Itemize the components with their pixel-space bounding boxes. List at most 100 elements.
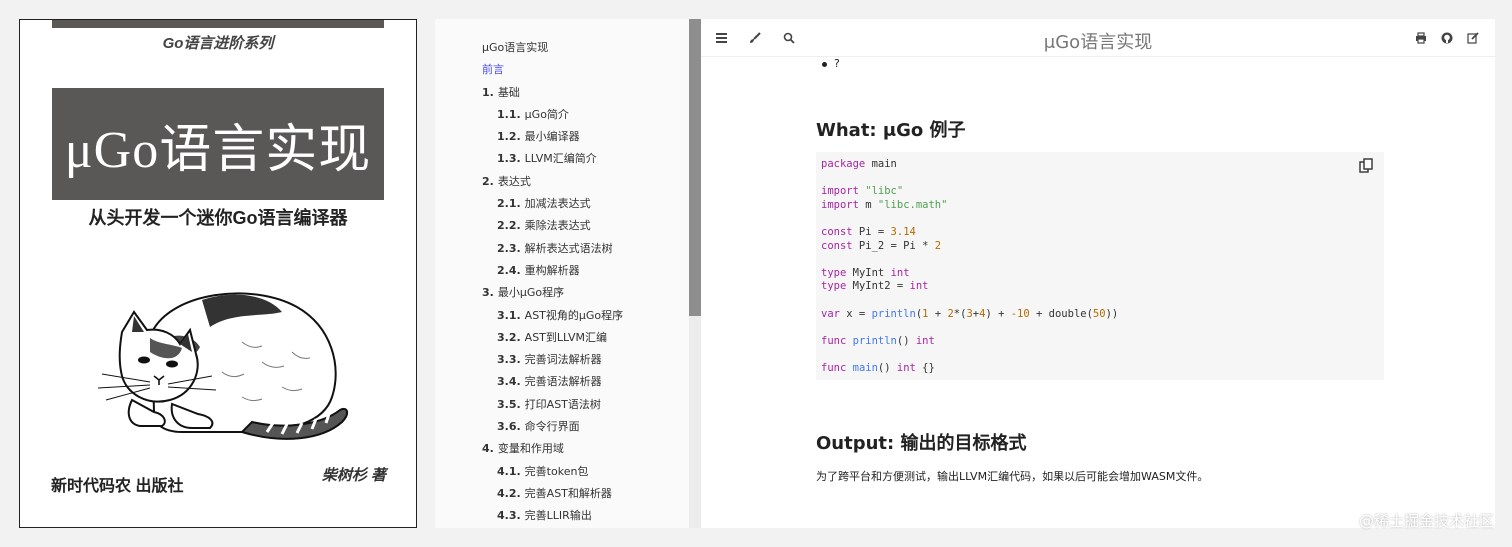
code-token: main [865, 158, 897, 170]
code-token: {} [915, 361, 935, 374]
sidebar-item-number: 2.3. [497, 241, 521, 255]
section-heading-output: Output: 输出的目标格式 [816, 433, 1027, 454]
cover-series-label: Go语言进阶系列 [162, 35, 274, 52]
sidebar-item[interactable]: 2. 表达式 [482, 171, 623, 193]
sidebar-item-number: 2.4. [497, 263, 521, 277]
code-token: println [852, 334, 897, 347]
sidebar-item-label: 解析表达式语法树 [524, 241, 613, 255]
code-token: int [890, 266, 910, 279]
code-token: const [821, 225, 853, 238]
code-token: 50 [1092, 307, 1106, 320]
sidebar-item[interactable]: 2.2. 乘除法表达式 [482, 215, 623, 237]
copy-icon[interactable] [1358, 158, 1374, 174]
code-block: package main import "libc" import m "libc.… [816, 152, 1384, 380]
sidebar-item[interactable]: 1.1. μGo简介 [482, 104, 623, 126]
sidebar-item-number: 3.3. [497, 353, 521, 367]
sidebar-item-label: 表达式 [497, 174, 531, 188]
code-line: type MyInt int [821, 267, 1118, 281]
code-token: var [821, 307, 840, 320]
code-token: func [821, 334, 847, 347]
paragraph: 为了跨平台和方便测试，输出LLVM汇编代码，如果以后可能会增加WASM文件。 [816, 470, 1209, 483]
code-token: "libc.math" [877, 198, 948, 211]
code-line: package main [821, 158, 1118, 172]
code-token: ) + [985, 307, 1011, 320]
sidebar-item[interactable]: 4.2. 完善AST和解析器 [482, 483, 623, 505]
sidebar-item[interactable]: 2.1. 加减法表达式 [482, 193, 623, 215]
code-token: func [821, 361, 847, 374]
sidebar-item[interactable]: 3.3. 完善词法解析器 [482, 349, 623, 371]
sidebar-item[interactable]: 3. 最小μGo程序 [482, 282, 623, 304]
book-reader-app: μGo语言实现 前言 1. 基础 1.1. μGo简介 1.2. 最小编译器 1.3. LLVM汇… [435, 19, 1495, 528]
sidebar-item-label: 最小编译器 [524, 130, 580, 144]
toc-list: μGo语言实现 前言 1. 基础 1.1. μGo简介 1.2. 最小编译器 1.3. LLVM汇… [482, 37, 623, 528]
sidebar-item-label: 打印AST语法树 [524, 397, 601, 411]
code-token: int [909, 280, 929, 293]
code-line: import m "libc.math" [821, 199, 1118, 213]
cover-publisher: 新时代码农 出版社 [51, 478, 184, 495]
sidebar-item[interactable]: 1.3. LLVM汇编简介 [482, 148, 623, 170]
cat-illustration [97, 292, 348, 440]
sidebar-item-number: 3.1. [497, 308, 521, 322]
code-token: import [821, 198, 859, 211]
code-token: MyInt2 = [846, 280, 910, 293]
code-token: Pi = [852, 225, 891, 238]
sidebar-item[interactable]: 4.1. 完善token包 [482, 461, 623, 483]
sidebar-item[interactable]: 3.1. AST视角的μGo程序 [482, 305, 623, 327]
code-line: func println() int [821, 335, 1118, 349]
sidebar-item[interactable]: 1.2. 最小编译器 [482, 126, 623, 148]
code-line: const Pi_2 = Pi * 2 [821, 240, 1118, 254]
sidebar-item[interactable]: 2.4. 重构解析器 [482, 260, 623, 282]
edit-icon[interactable] [1466, 31, 1480, 45]
book-cover: Go语言进阶系列 μGo语言实现 从头开发一个迷你Go语言编译器 新时代码农 出… [19, 19, 417, 528]
github-icon[interactable] [1440, 31, 1454, 45]
sidebar-item-number: 3. [482, 286, 494, 300]
code-text: package main import "libc" import m "libc.… [821, 158, 1118, 376]
code-token: 3.14 [890, 225, 916, 238]
sidebar-item-label: μGo语言实现 [482, 41, 549, 54]
sidebar-item-label: 变量和作用域 [497, 442, 564, 456]
sidebar-item-number: 1.1. [497, 107, 521, 121]
code-line: const Pi = 3.14 [821, 226, 1118, 240]
code-token: type [821, 266, 847, 279]
sidebar-item-label: LLVM汇编简介 [524, 152, 597, 166]
sidebar-item-number: 3.4. [497, 375, 521, 389]
cover-subtitle: 从头开发一个迷你Go语言编译器 [88, 208, 348, 228]
sidebar-item[interactable]: 4.3. 完善LLIR输出 [482, 505, 623, 527]
sidebar-item-label: 重构解析器 [524, 263, 580, 277]
sidebar-item-number: 2.1. [497, 197, 521, 211]
sidebar-item-number: 1.3. [497, 152, 521, 166]
code-line: import "libc" [821, 185, 1118, 199]
code-token: m [858, 198, 878, 211]
sidebar-item-number: 1.2. [497, 130, 521, 144]
sidebar-scrollbar-thumb[interactable] [689, 19, 701, 316]
sidebar-item-label: 前言 [482, 63, 504, 77]
watermark: @稀土掘金技术社区 [1358, 512, 1494, 530]
code-token: "libc" [865, 185, 904, 198]
cover-title-box: μGo语言实现 [52, 88, 384, 200]
cover-author: 柴树杉 著 [321, 467, 386, 484]
sidebar-item[interactable]: 1. 基础 [482, 82, 623, 104]
sidebar-item-label: 完善AST和解析器 [524, 486, 612, 500]
sidebar-item[interactable]: μGo语言实现 [482, 37, 623, 59]
sidebar-item[interactable]: 3.2. AST到LLVM汇编 [482, 327, 623, 349]
sidebar-item[interactable]: 4. 变量和作用域 [482, 438, 623, 460]
sidebar-item[interactable]: 3.5. 打印AST语法树 [482, 394, 623, 416]
sidebar-item[interactable]: 3.6. 命令行界面 [482, 416, 623, 438]
print-icon[interactable] [1414, 31, 1428, 45]
code-token: + double( [1029, 307, 1093, 320]
code-token: MyInt [846, 266, 891, 279]
sidebar-item[interactable]: 3.4. 完善语法解析器 [482, 371, 623, 393]
sidebar-item-number: 1. [482, 85, 494, 99]
sidebar-item-number: 2. [482, 174, 494, 188]
sidebar: μGo语言实现 前言 1. 基础 1.1. μGo简介 1.2. 最小编译器 1.3. LLVM汇… [435, 19, 701, 528]
sidebar-item[interactable]: 2.3. 解析表达式语法树 [482, 238, 623, 260]
sidebar-item-label: AST视角的μGo程序 [524, 308, 624, 322]
sidebar-item-number: 4. [482, 442, 494, 456]
sidebar-item[interactable]: 前言 [482, 59, 623, 81]
sidebar-item-number: 4.1. [497, 464, 521, 478]
cover-title: μGo语言实现 [64, 121, 372, 179]
code-token: + [928, 307, 948, 320]
